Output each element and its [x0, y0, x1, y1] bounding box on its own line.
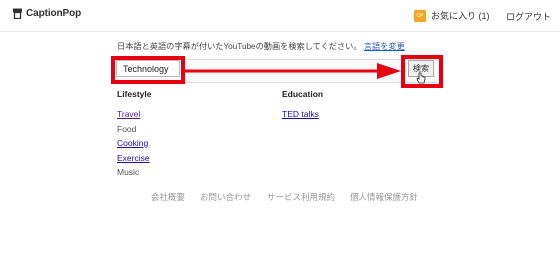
logo-text: CaptionPop — [26, 8, 82, 19]
footer-link-about[interactable]: 会社概要 — [151, 191, 185, 203]
red-arrow-annotation — [185, 63, 401, 79]
category-link-music[interactable]: Music — [117, 167, 139, 177]
favorites-label: お気に入り (1) — [431, 11, 490, 21]
change-language-link[interactable]: 言語を変更 — [364, 42, 405, 51]
category-link-travel[interactable]: Travel — [117, 109, 140, 119]
top-bar: CaptionPop CP お気に入り (1) ログアウト — [0, 0, 560, 32]
category-link-ted-talks[interactable]: TED talks — [282, 109, 319, 119]
footer-link-contact[interactable]: お問い合わせ — [200, 191, 251, 203]
category-link-cooking[interactable]: Cooking — [117, 138, 148, 148]
favorites-link[interactable]: CP お気に入り (1) — [414, 9, 490, 22]
footer-link-privacy[interactable]: 個人情報保護方針 — [350, 191, 418, 203]
logo-icon — [13, 8, 22, 19]
logo[interactable]: CaptionPop — [12, 8, 81, 19]
logout-link[interactable]: ログアウト — [506, 10, 551, 23]
category-link-food[interactable]: Food — [117, 124, 136, 134]
category-heading-lifestyle: Lifestyle — [117, 89, 152, 99]
category-link-exercise[interactable]: Exercise — [117, 153, 150, 163]
hand-cursor-icon — [416, 72, 426, 84]
search-instruction: 日本語と英語の字幕が付いたYouTubeの動画を検索してください。 言語を変更 — [117, 40, 405, 52]
instruction-text: 日本語と英語の字幕が付いたYouTubeの動画を検索してください。 — [117, 42, 362, 51]
highlight-box-input — [111, 56, 185, 84]
category-heading-education: Education — [282, 89, 324, 99]
footer-link-terms[interactable]: サービス利用規約 — [267, 191, 335, 203]
favorites-badge: CP — [414, 9, 426, 22]
